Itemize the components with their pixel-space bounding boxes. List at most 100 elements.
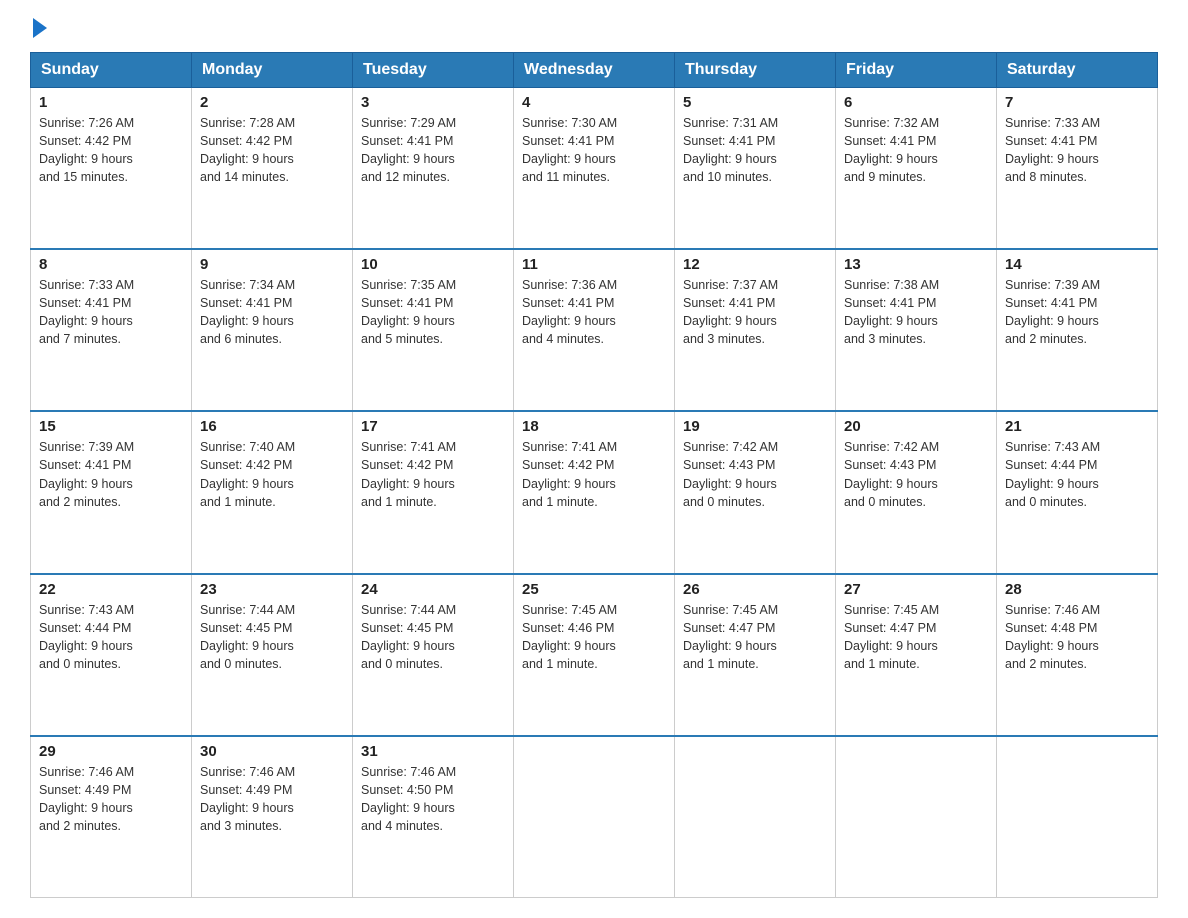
table-row: 14 Sunrise: 7:39 AMSunset: 4:41 PMDaylig… bbox=[997, 249, 1158, 411]
table-row: 19 Sunrise: 7:42 AMSunset: 4:43 PMDaylig… bbox=[675, 411, 836, 573]
day-info: Sunrise: 7:36 AMSunset: 4:41 PMDaylight:… bbox=[522, 276, 666, 349]
day-info: Sunrise: 7:42 AMSunset: 4:43 PMDaylight:… bbox=[844, 438, 988, 511]
calendar-week-row: 8 Sunrise: 7:33 AMSunset: 4:41 PMDayligh… bbox=[31, 249, 1158, 411]
col-sunday: Sunday bbox=[31, 53, 192, 88]
col-saturday: Saturday bbox=[997, 53, 1158, 88]
day-number: 12 bbox=[683, 256, 827, 273]
table-row bbox=[675, 736, 836, 898]
logo bbox=[30, 20, 47, 34]
table-row: 16 Sunrise: 7:40 AMSunset: 4:42 PMDaylig… bbox=[192, 411, 353, 573]
day-number: 27 bbox=[844, 581, 988, 598]
day-info: Sunrise: 7:46 AMSunset: 4:50 PMDaylight:… bbox=[361, 763, 505, 836]
table-row: 28 Sunrise: 7:46 AMSunset: 4:48 PMDaylig… bbox=[997, 574, 1158, 736]
table-row: 27 Sunrise: 7:45 AMSunset: 4:47 PMDaylig… bbox=[836, 574, 997, 736]
day-info: Sunrise: 7:44 AMSunset: 4:45 PMDaylight:… bbox=[200, 601, 344, 674]
table-row: 26 Sunrise: 7:45 AMSunset: 4:47 PMDaylig… bbox=[675, 574, 836, 736]
table-row bbox=[997, 736, 1158, 898]
day-number: 21 bbox=[1005, 418, 1149, 435]
day-number: 31 bbox=[361, 743, 505, 760]
table-row: 29 Sunrise: 7:46 AMSunset: 4:49 PMDaylig… bbox=[31, 736, 192, 898]
day-info: Sunrise: 7:34 AMSunset: 4:41 PMDaylight:… bbox=[200, 276, 344, 349]
day-info: Sunrise: 7:43 AMSunset: 4:44 PMDaylight:… bbox=[1005, 438, 1149, 511]
table-row: 12 Sunrise: 7:37 AMSunset: 4:41 PMDaylig… bbox=[675, 249, 836, 411]
table-row: 4 Sunrise: 7:30 AMSunset: 4:41 PMDayligh… bbox=[514, 88, 675, 250]
day-info: Sunrise: 7:38 AMSunset: 4:41 PMDaylight:… bbox=[844, 276, 988, 349]
day-number: 3 bbox=[361, 94, 505, 111]
day-number: 11 bbox=[522, 256, 666, 273]
table-row: 17 Sunrise: 7:41 AMSunset: 4:42 PMDaylig… bbox=[353, 411, 514, 573]
day-info: Sunrise: 7:39 AMSunset: 4:41 PMDaylight:… bbox=[39, 438, 183, 511]
calendar-week-row: 15 Sunrise: 7:39 AMSunset: 4:41 PMDaylig… bbox=[31, 411, 1158, 573]
table-row: 11 Sunrise: 7:36 AMSunset: 4:41 PMDaylig… bbox=[514, 249, 675, 411]
table-row: 24 Sunrise: 7:44 AMSunset: 4:45 PMDaylig… bbox=[353, 574, 514, 736]
day-number: 6 bbox=[844, 94, 988, 111]
col-friday: Friday bbox=[836, 53, 997, 88]
calendar-week-row: 22 Sunrise: 7:43 AMSunset: 4:44 PMDaylig… bbox=[31, 574, 1158, 736]
table-row: 9 Sunrise: 7:34 AMSunset: 4:41 PMDayligh… bbox=[192, 249, 353, 411]
table-row: 20 Sunrise: 7:42 AMSunset: 4:43 PMDaylig… bbox=[836, 411, 997, 573]
day-info: Sunrise: 7:30 AMSunset: 4:41 PMDaylight:… bbox=[522, 114, 666, 187]
header bbox=[30, 20, 1158, 34]
day-info: Sunrise: 7:46 AMSunset: 4:48 PMDaylight:… bbox=[1005, 601, 1149, 674]
day-number: 9 bbox=[200, 256, 344, 273]
day-number: 8 bbox=[39, 256, 183, 273]
table-row: 8 Sunrise: 7:33 AMSunset: 4:41 PMDayligh… bbox=[31, 249, 192, 411]
day-info: Sunrise: 7:45 AMSunset: 4:47 PMDaylight:… bbox=[844, 601, 988, 674]
day-number: 30 bbox=[200, 743, 344, 760]
day-number: 19 bbox=[683, 418, 827, 435]
calendar-header-row: Sunday Monday Tuesday Wednesday Thursday… bbox=[31, 53, 1158, 88]
table-row: 15 Sunrise: 7:39 AMSunset: 4:41 PMDaylig… bbox=[31, 411, 192, 573]
table-row: 23 Sunrise: 7:44 AMSunset: 4:45 PMDaylig… bbox=[192, 574, 353, 736]
table-row: 10 Sunrise: 7:35 AMSunset: 4:41 PMDaylig… bbox=[353, 249, 514, 411]
table-row bbox=[836, 736, 997, 898]
day-info: Sunrise: 7:46 AMSunset: 4:49 PMDaylight:… bbox=[39, 763, 183, 836]
day-info: Sunrise: 7:42 AMSunset: 4:43 PMDaylight:… bbox=[683, 438, 827, 511]
day-number: 24 bbox=[361, 581, 505, 598]
col-thursday: Thursday bbox=[675, 53, 836, 88]
page: Sunday Monday Tuesday Wednesday Thursday… bbox=[0, 0, 1188, 918]
table-row: 5 Sunrise: 7:31 AMSunset: 4:41 PMDayligh… bbox=[675, 88, 836, 250]
col-tuesday: Tuesday bbox=[353, 53, 514, 88]
logo-triangle-icon bbox=[33, 18, 47, 38]
table-row bbox=[514, 736, 675, 898]
calendar-table: Sunday Monday Tuesday Wednesday Thursday… bbox=[30, 52, 1158, 898]
day-number: 14 bbox=[1005, 256, 1149, 273]
day-number: 22 bbox=[39, 581, 183, 598]
table-row: 30 Sunrise: 7:46 AMSunset: 4:49 PMDaylig… bbox=[192, 736, 353, 898]
table-row: 18 Sunrise: 7:41 AMSunset: 4:42 PMDaylig… bbox=[514, 411, 675, 573]
day-number: 28 bbox=[1005, 581, 1149, 598]
day-info: Sunrise: 7:43 AMSunset: 4:44 PMDaylight:… bbox=[39, 601, 183, 674]
day-number: 26 bbox=[683, 581, 827, 598]
day-number: 18 bbox=[522, 418, 666, 435]
day-info: Sunrise: 7:26 AMSunset: 4:42 PMDaylight:… bbox=[39, 114, 183, 187]
calendar-week-row: 29 Sunrise: 7:46 AMSunset: 4:49 PMDaylig… bbox=[31, 736, 1158, 898]
table-row: 13 Sunrise: 7:38 AMSunset: 4:41 PMDaylig… bbox=[836, 249, 997, 411]
col-monday: Monday bbox=[192, 53, 353, 88]
day-number: 20 bbox=[844, 418, 988, 435]
day-info: Sunrise: 7:31 AMSunset: 4:41 PMDaylight:… bbox=[683, 114, 827, 187]
table-row: 31 Sunrise: 7:46 AMSunset: 4:50 PMDaylig… bbox=[353, 736, 514, 898]
table-row: 2 Sunrise: 7:28 AMSunset: 4:42 PMDayligh… bbox=[192, 88, 353, 250]
day-number: 5 bbox=[683, 94, 827, 111]
day-number: 2 bbox=[200, 94, 344, 111]
day-info: Sunrise: 7:45 AMSunset: 4:46 PMDaylight:… bbox=[522, 601, 666, 674]
table-row: 3 Sunrise: 7:29 AMSunset: 4:41 PMDayligh… bbox=[353, 88, 514, 250]
day-number: 13 bbox=[844, 256, 988, 273]
day-number: 10 bbox=[361, 256, 505, 273]
day-info: Sunrise: 7:37 AMSunset: 4:41 PMDaylight:… bbox=[683, 276, 827, 349]
day-number: 7 bbox=[1005, 94, 1149, 111]
day-info: Sunrise: 7:40 AMSunset: 4:42 PMDaylight:… bbox=[200, 438, 344, 511]
day-info: Sunrise: 7:35 AMSunset: 4:41 PMDaylight:… bbox=[361, 276, 505, 349]
day-info: Sunrise: 7:28 AMSunset: 4:42 PMDaylight:… bbox=[200, 114, 344, 187]
table-row: 25 Sunrise: 7:45 AMSunset: 4:46 PMDaylig… bbox=[514, 574, 675, 736]
day-info: Sunrise: 7:46 AMSunset: 4:49 PMDaylight:… bbox=[200, 763, 344, 836]
table-row: 21 Sunrise: 7:43 AMSunset: 4:44 PMDaylig… bbox=[997, 411, 1158, 573]
table-row: 6 Sunrise: 7:32 AMSunset: 4:41 PMDayligh… bbox=[836, 88, 997, 250]
table-row: 7 Sunrise: 7:33 AMSunset: 4:41 PMDayligh… bbox=[997, 88, 1158, 250]
table-row: 22 Sunrise: 7:43 AMSunset: 4:44 PMDaylig… bbox=[31, 574, 192, 736]
day-number: 25 bbox=[522, 581, 666, 598]
day-info: Sunrise: 7:45 AMSunset: 4:47 PMDaylight:… bbox=[683, 601, 827, 674]
calendar-week-row: 1 Sunrise: 7:26 AMSunset: 4:42 PMDayligh… bbox=[31, 88, 1158, 250]
day-info: Sunrise: 7:33 AMSunset: 4:41 PMDaylight:… bbox=[1005, 114, 1149, 187]
day-number: 15 bbox=[39, 418, 183, 435]
